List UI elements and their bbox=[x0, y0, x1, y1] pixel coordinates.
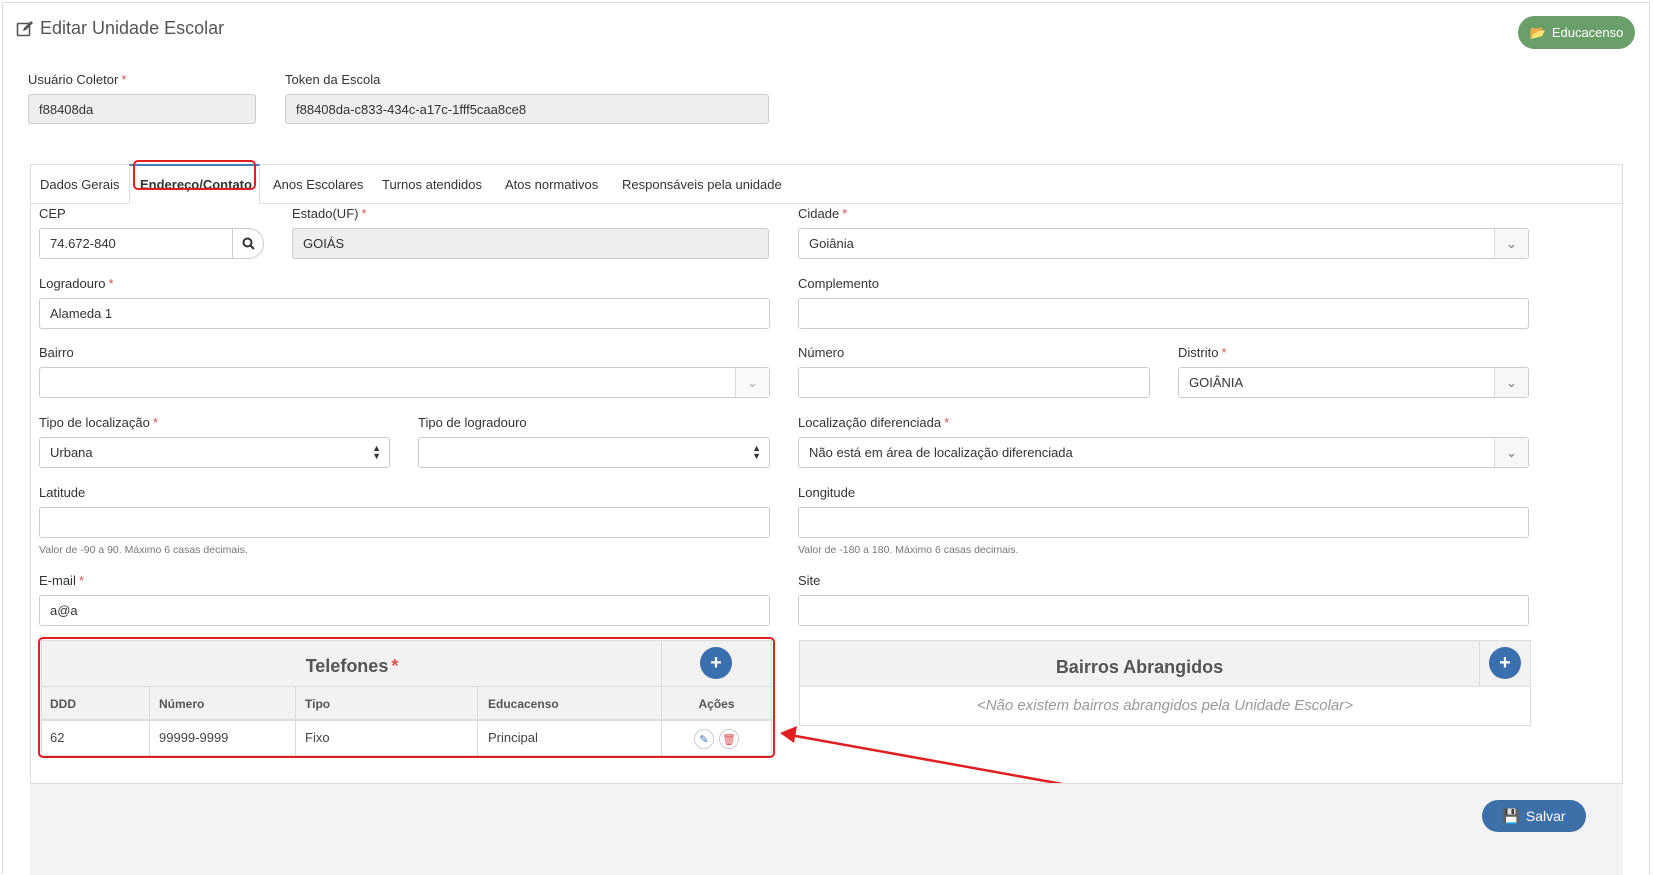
form-footer bbox=[30, 783, 1623, 875]
annotation-arrow bbox=[780, 726, 1145, 803]
floppy-disk-icon: 💾 bbox=[1502, 807, 1520, 824]
save-button[interactable]: 💾 Salvar bbox=[1482, 800, 1586, 832]
save-button-label: Salvar bbox=[1525, 808, 1566, 824]
